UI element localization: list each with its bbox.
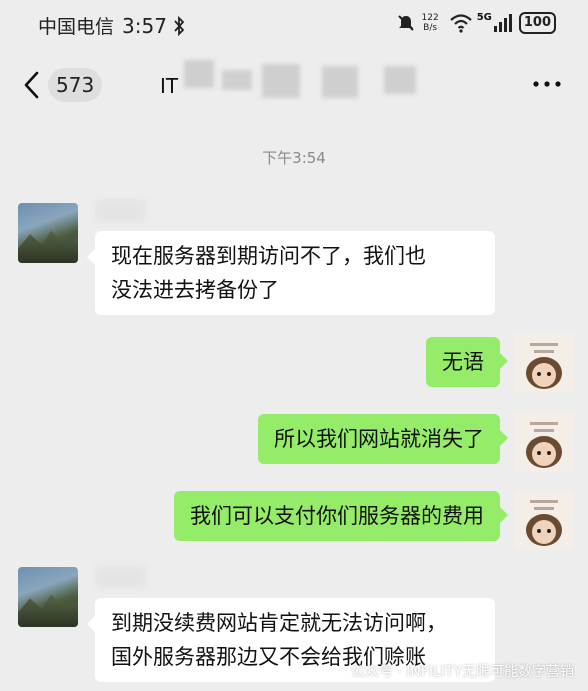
- status-right: 122 B/s 5G 100: [392, 12, 556, 34]
- sticker-avatar-icon: [526, 343, 562, 389]
- user-avatar[interactable]: [514, 490, 574, 550]
- message-bubble-outgoing[interactable]: 我们可以支付你们服务器的费用: [174, 491, 508, 541]
- message-bubble-outgoing[interactable]: 无语: [426, 337, 508, 387]
- message-timestamp: 下午3:54: [262, 149, 326, 167]
- bluetooth-icon: [174, 15, 185, 36]
- status-bar: 中国电信 3:57 122 B/s 5G 100: [0, 0, 588, 46]
- carrier-name: 中国电信: [38, 16, 115, 38]
- title-redaction: [384, 66, 416, 94]
- net-speed: 122 B/s: [422, 13, 439, 33]
- sticker-avatar-icon: [526, 422, 562, 468]
- contact-avatar[interactable]: [18, 567, 78, 627]
- status-time: 3:57: [122, 13, 167, 38]
- user-avatar[interactable]: [514, 412, 574, 472]
- nav-bar: 573 IT: [0, 54, 588, 114]
- watermark-text: 公众号 · INFILITY无限可能数字营销: [350, 664, 574, 680]
- battery-icon: 100: [518, 12, 556, 34]
- network-type: 5G: [476, 12, 492, 23]
- title-redaction: [184, 60, 214, 88]
- chat-title: IT: [160, 74, 179, 98]
- status-left: 中国电信 3:57: [38, 12, 185, 39]
- message-line: 到期没续费网站肯定就无法访问啊，: [111, 611, 447, 635]
- wifi-icon: [449, 14, 472, 33]
- sender-name-redaction: [96, 200, 146, 222]
- message-bubble-outgoing[interactable]: 所以我们网站就消失了: [258, 414, 508, 464]
- more-icon[interactable]: [532, 80, 562, 88]
- message-line: 无语: [442, 350, 484, 374]
- back-icon[interactable]: [22, 70, 40, 100]
- mute-icon: [397, 15, 414, 31]
- net-speed-value: 122: [421, 13, 439, 23]
- signal-icon: [493, 14, 512, 32]
- unread-count-badge[interactable]: 573: [48, 68, 103, 102]
- contact-avatar[interactable]: [18, 203, 78, 263]
- net-speed-unit: B/s: [423, 23, 438, 33]
- sender-name-redaction: [96, 566, 146, 588]
- title-redaction: [262, 64, 300, 98]
- sticker-avatar-icon: [526, 500, 562, 546]
- message-line: 所以我们网站就消失了: [274, 427, 484, 451]
- user-avatar[interactable]: [514, 333, 574, 393]
- message-bubble-incoming[interactable]: 现在服务器到期访问不了，我们也 没法进去拷备份了: [87, 231, 495, 315]
- message-line: 没法进去拷备份了: [111, 278, 279, 302]
- message-line: 我们可以支付你们服务器的费用: [190, 504, 484, 528]
- title-redaction: [322, 66, 358, 98]
- title-redaction: [222, 70, 252, 90]
- message-line: 现在服务器到期访问不了，我们也: [111, 244, 426, 268]
